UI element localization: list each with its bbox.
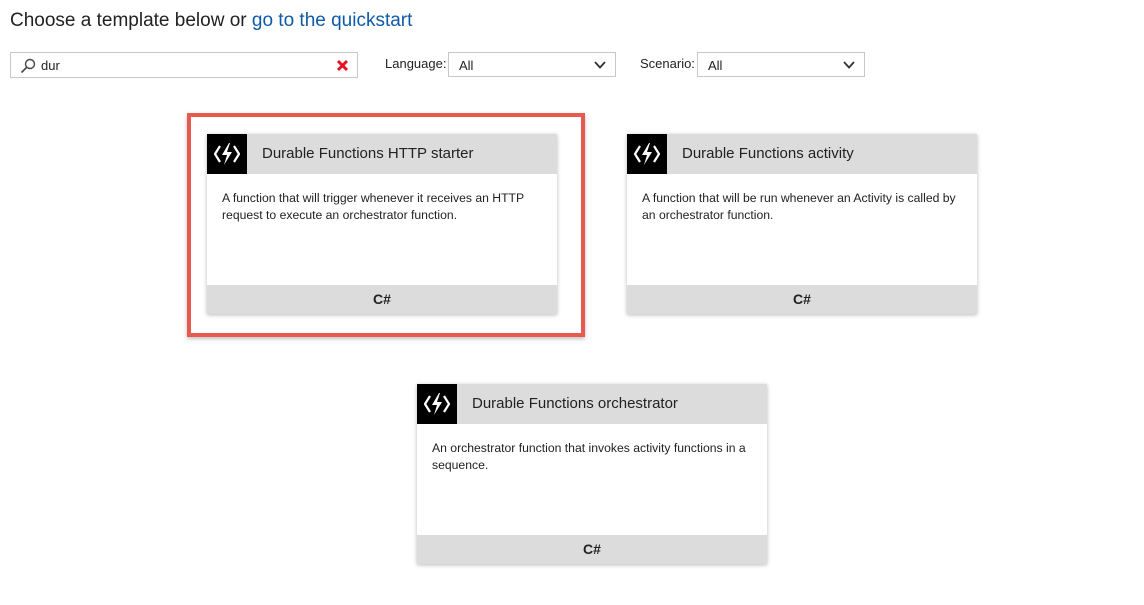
azure-functions-icon bbox=[417, 384, 457, 424]
scenario-value: All bbox=[708, 58, 723, 73]
page-heading: Choose a template below or go to the qui… bbox=[10, 10, 412, 32]
template-description: A function that will be run whenever an … bbox=[642, 191, 956, 222]
language-select[interactable]: All bbox=[448, 52, 616, 77]
card-header: Durable Functions activity bbox=[627, 134, 977, 174]
template-title: Durable Functions activity bbox=[682, 145, 854, 162]
chevron-down-icon bbox=[594, 61, 606, 69]
quickstart-link[interactable]: go to the quickstart bbox=[252, 10, 413, 31]
heading-text: Choose a template below or bbox=[10, 10, 247, 31]
card-header: Durable Functions orchestrator bbox=[417, 384, 767, 424]
scenario-label: Scenario: bbox=[640, 56, 695, 71]
template-card-http-starter[interactable]: Durable Functions HTTP starter A functio… bbox=[207, 134, 557, 314]
template-card-activity[interactable]: Durable Functions activity A function th… bbox=[627, 134, 977, 314]
template-description: An orchestrator function that invokes ac… bbox=[432, 441, 746, 472]
card-header: Durable Functions HTTP starter bbox=[207, 134, 557, 174]
language-value: All bbox=[459, 58, 474, 73]
template-language: C# bbox=[417, 535, 767, 564]
language-label: Language: bbox=[385, 56, 447, 71]
azure-functions-icon bbox=[207, 134, 247, 174]
search-icon bbox=[20, 58, 36, 74]
azure-functions-icon bbox=[627, 134, 667, 174]
chevron-down-icon bbox=[843, 61, 855, 69]
template-title: Durable Functions orchestrator bbox=[472, 395, 678, 412]
clear-search-icon[interactable] bbox=[336, 59, 349, 72]
search-box[interactable] bbox=[10, 52, 358, 78]
template-language: C# bbox=[627, 285, 977, 314]
search-input[interactable] bbox=[41, 56, 331, 74]
scenario-select[interactable]: All bbox=[697, 52, 865, 77]
template-card-orchestrator[interactable]: Durable Functions orchestrator An orches… bbox=[417, 384, 767, 564]
template-description: A function that will trigger whenever it… bbox=[222, 191, 524, 222]
template-title: Durable Functions HTTP starter bbox=[262, 145, 474, 162]
template-language: C# bbox=[207, 285, 557, 314]
